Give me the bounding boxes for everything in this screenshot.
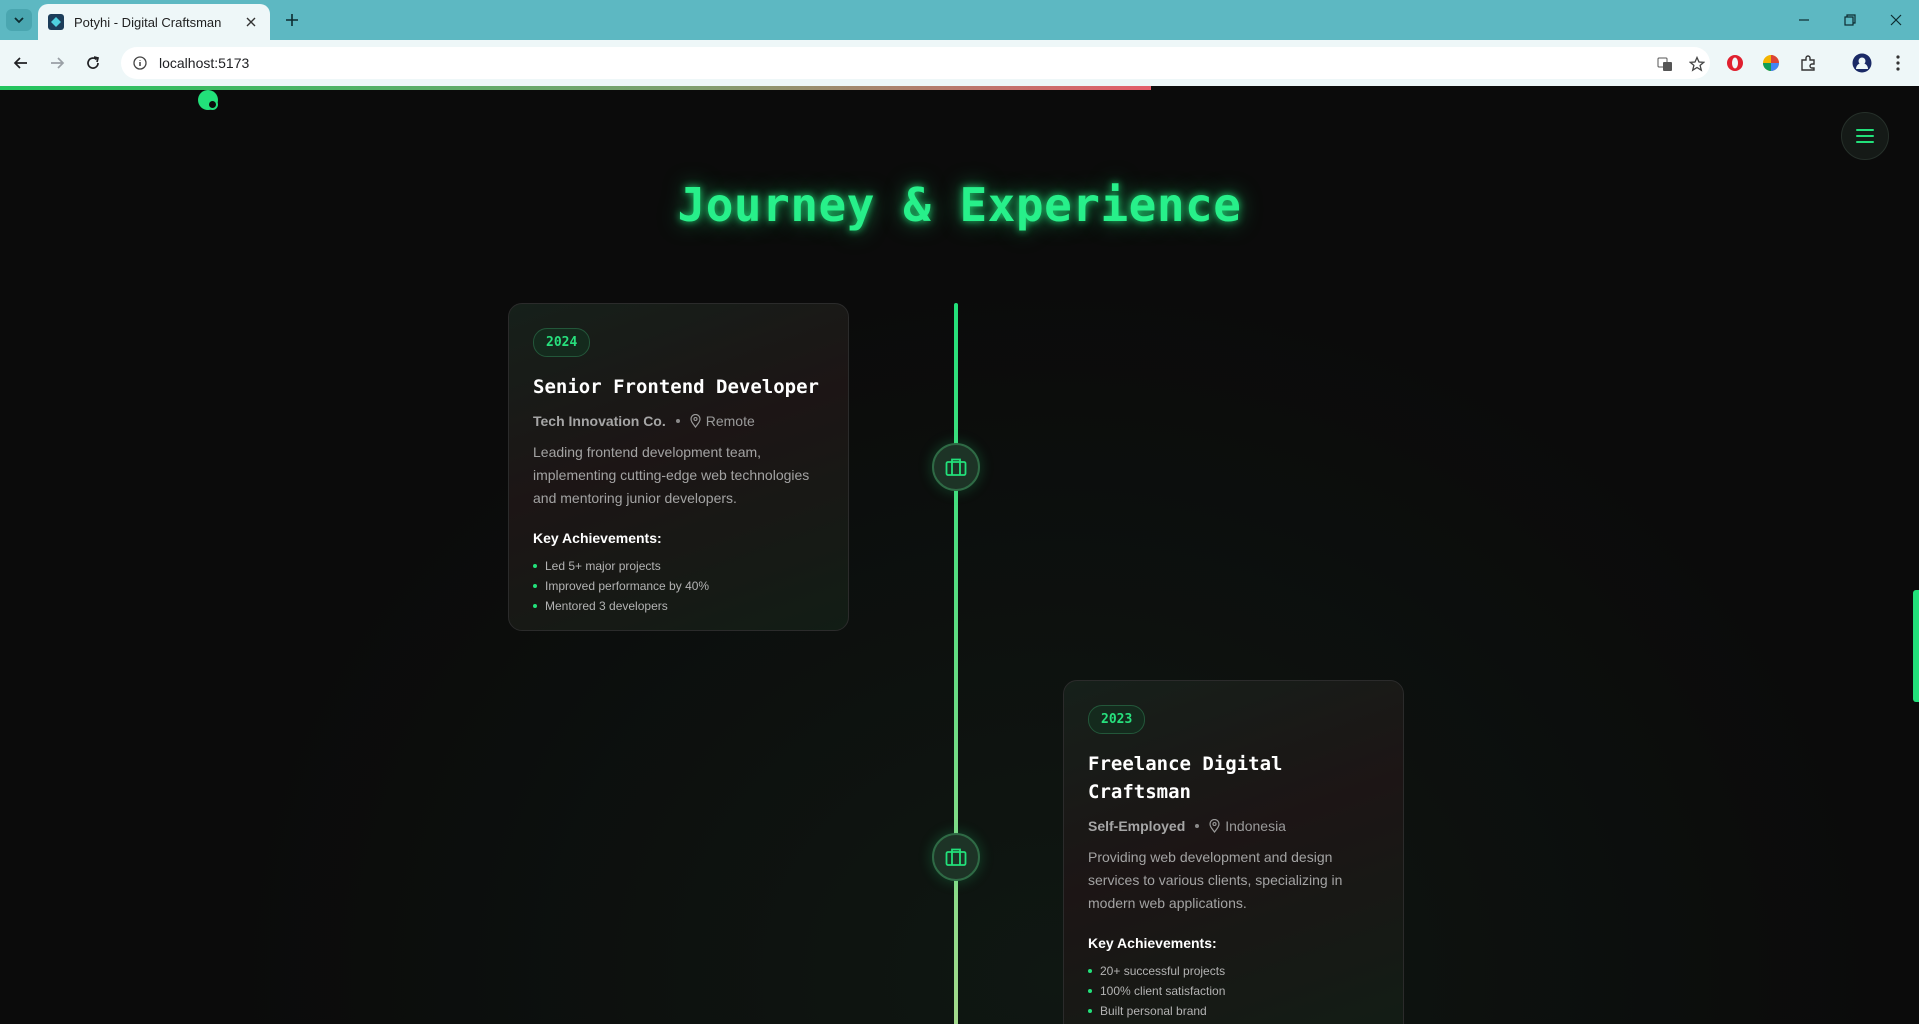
new-tab-button[interactable] [281,9,303,31]
job-location: Remote [705,413,755,429]
achievements-list: 20+ successful projects 100% client sati… [1088,961,1379,1021]
location-pin-icon [690,414,702,428]
list-item: Led 5+ major projects [533,556,824,576]
experience-card: 2023 Freelance Digital Craftsman Self-Em… [1063,680,1404,1024]
bookmark-star-icon[interactable] [1687,54,1707,74]
close-icon [1890,14,1902,26]
job-description: Providing web development and design ser… [1088,849,1343,911]
address-bar[interactable]: localhost:5173 [121,47,1710,79]
separator-dot [1195,824,1200,828]
browser-tab-bar: Potyhi - Digital Craftsman [0,0,1919,40]
translate-icon[interactable] [1655,54,1675,74]
arrow-right-icon [51,57,65,69]
location-pin-icon [1209,819,1221,833]
list-item: Improved performance by 40% [533,576,824,596]
achievements-heading: Key Achievements: [533,530,662,546]
achievements-list: Led 5+ major projects Improved performan… [533,556,824,616]
close-window-button[interactable] [1873,0,1919,40]
back-button[interactable] [8,50,34,76]
restore-button[interactable] [1827,0,1873,40]
company-name: Self-Employed [1088,818,1186,834]
opera-extension-icon[interactable] [1724,52,1746,74]
url-text: localhost:5173 [159,55,250,71]
browser-tab[interactable]: Potyhi - Digital Craftsman [38,4,270,40]
chevron-down-icon [14,17,24,24]
site-info-icon[interactable] [131,54,149,72]
tab-search-button[interactable] [6,9,32,31]
profile-avatar-icon[interactable] [1851,52,1873,74]
job-title: Senior Frontend Developer [533,376,819,398]
experience-card: 2024 Senior Frontend Developer Tech Inno… [508,303,849,631]
list-item: 20+ successful projects [1088,961,1379,981]
job-location: Indonesia [1225,818,1286,834]
plus-icon [286,14,298,26]
briefcase-icon [945,848,967,866]
reload-icon [87,56,100,69]
job-title: Freelance Digital Craftsman [1088,753,1283,803]
forward-button[interactable] [44,50,70,76]
tab-close-icon[interactable] [242,13,260,31]
job-meta: Self-Employed Indonesia [1088,818,1379,834]
job-description: Leading frontend development team, imple… [533,444,810,506]
achievements-heading: Key Achievements: [1088,935,1217,951]
section-heading: Journey & Experience [677,178,1242,232]
minimize-button[interactable] [1781,0,1827,40]
restore-icon [1844,14,1856,26]
separator-dot [675,419,680,423]
year-badge: 2023 [1088,705,1146,734]
site-favicon-icon [48,14,64,30]
browser-menu-icon[interactable] [1887,52,1909,74]
scrollbar-thumb[interactable] [1913,590,1919,702]
arrow-left-icon [13,57,27,69]
timeline-line [954,303,958,1024]
timeline-node [932,833,980,881]
list-item: Built personal brand [1088,1001,1379,1021]
hamburger-icon [1856,129,1874,131]
list-item: 100% client satisfaction [1088,981,1379,1001]
page-viewport: Journey & Experience 2024 Senior Fronten… [0,86,1919,1024]
browser-toolbar: localhost:5173 [0,40,1919,86]
list-item: Mentored 3 developers [533,596,824,616]
timeline-node [932,443,980,491]
color-extension-icon[interactable] [1760,52,1782,74]
menu-toggle-button[interactable] [1841,112,1889,160]
briefcase-icon [945,458,967,476]
custom-cursor-icon [198,90,218,110]
extensions-puzzle-icon[interactable] [1797,52,1819,74]
year-badge: 2024 [533,328,591,357]
job-meta: Tech Innovation Co. Remote [533,413,824,429]
tab-title: Potyhi - Digital Craftsman [74,14,222,30]
minimize-icon [1799,19,1809,21]
reload-button[interactable] [80,50,106,76]
scroll-progress-bar [0,86,1152,90]
company-name: Tech Innovation Co. [533,413,666,429]
